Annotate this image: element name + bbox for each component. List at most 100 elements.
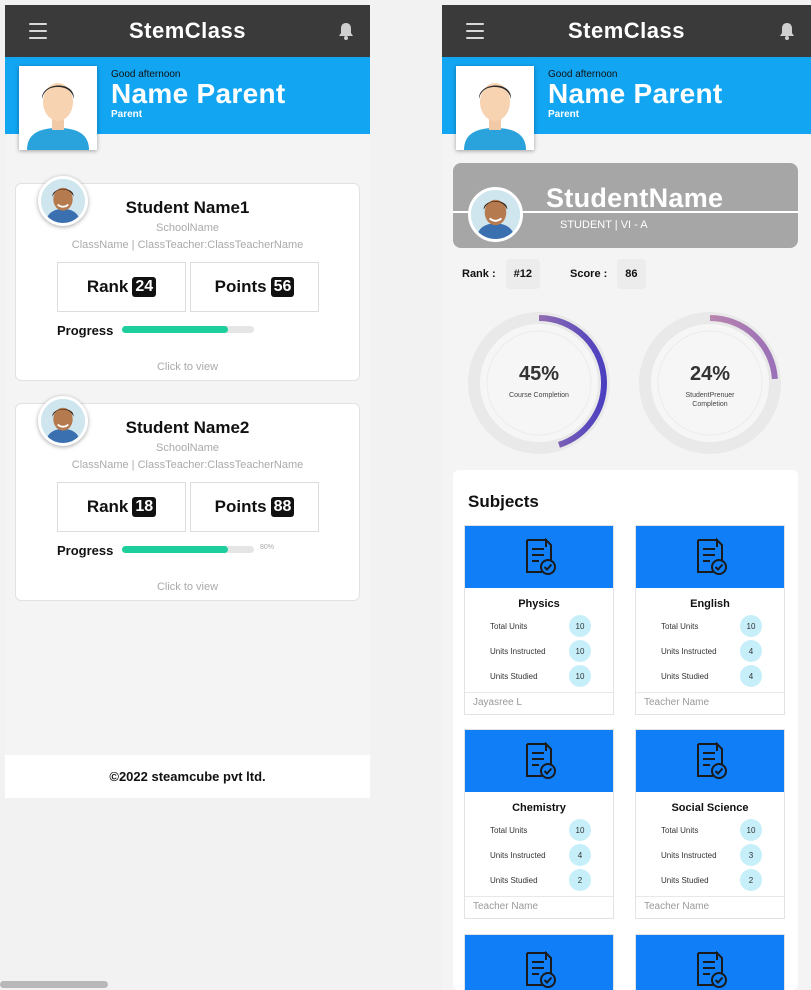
teacher-name: Teacher Name [636,896,784,918]
subject-icon-header [465,935,613,990]
unit-count-badge: 4 [569,844,591,866]
unit-row: Units Instructed 10 [465,639,613,664]
document-check-icon [697,951,727,988]
unit-label: Units Studied [661,876,709,885]
unit-count-badge: 10 [740,615,762,637]
student-banner: StudentName STUDENT | VI - A [453,163,798,248]
score-label: Score : [570,267,608,280]
unit-label: Total Units [490,826,528,835]
subject-card[interactable] [464,934,614,990]
ring-percent: 45% [518,363,560,385]
unit-count-badge: 3 [740,844,762,866]
unit-label: Total Units [661,826,699,835]
unit-label: Units Studied [490,876,538,885]
unit-row: Total Units 10 [636,818,784,843]
rank-badge: 24 [132,277,157,297]
unit-row: Units Studied 2 [465,868,613,893]
document-check-icon [697,538,727,575]
unit-label: Units Studied [490,672,538,681]
document-check-icon [697,742,727,779]
student-detail-screen: StemClass Good afternoon Name Parent Par… [442,5,811,990]
ring-percent: 24% [689,363,731,385]
horizontal-scrollbar[interactable] [0,981,108,988]
points-label: Points [214,497,267,516]
unit-row: Units Instructed 4 [465,843,613,868]
teacher-name: Teacher Name [636,692,784,714]
progress-label: Progress [57,323,114,338]
parent-dashboard-screen: StemClass Good afternoon Name Parent Par… [5,5,370,798]
subject-icon-header [465,730,613,792]
unit-row: Units Studied 4 [636,664,784,689]
click-to-view-link[interactable]: Click to view [16,361,359,373]
unit-label: Total Units [661,622,699,631]
unit-count-badge: 4 [740,665,762,687]
unit-count-badge: 10 [569,665,591,687]
subject-name: Social Science [671,802,749,814]
rank-box: Rank 18 [57,482,186,532]
parent-name: Name Parent [111,78,286,109]
ring-label: Course Completion [509,392,569,399]
subject-card[interactable]: Social Science Total Units 10 Units Instruc… [635,729,785,919]
top-app-bar: StemClass [442,5,811,57]
subject-card[interactable]: Physics Total Units 10 Units Instructed 10 Un… [464,525,614,715]
ring-label: StudentPrenuer Completion [685,392,735,408]
click-to-view-link[interactable]: Click to view [16,581,359,593]
hamburger-menu-icon[interactable] [466,23,484,39]
unit-count-badge: 4 [740,640,762,662]
parent-name: Name Parent [548,78,723,109]
points-label: Points [214,277,267,296]
unit-count-badge: 10 [569,615,591,637]
subject-card[interactable] [635,934,785,990]
unit-label: Units Instructed [661,647,717,656]
rank-label: Rank [86,497,129,516]
student-name: Student Name1 [125,198,250,217]
unit-count-badge: 2 [740,869,762,891]
unit-count-badge: 10 [569,819,591,841]
unit-label: Total Units [490,622,528,631]
unit-row: Units Instructed 4 [636,639,784,664]
subjects-title: Subjects [468,492,539,511]
class-line: ClassName | ClassTeacher:ClassTeacherNam… [71,459,304,471]
rank-value: #12 [505,258,540,289]
subject-card[interactable]: English Total Units 10 Units Instructed 4 Uni… [635,525,785,715]
unit-count-badge: 10 [569,640,591,662]
student-card[interactable]: Student Name1 SchoolName ClassName | Class… [15,176,360,381]
unit-row: Units Studied 2 [636,868,784,893]
student-class: STUDENT | VI - A [560,219,648,231]
parent-role: Parent [111,109,143,120]
unit-row: Total Units 10 [465,818,613,843]
app-brand: StemClass [128,18,246,43]
class-line: ClassName | ClassTeacher:ClassTeacherNam… [71,239,304,251]
app-brand: StemClass [567,18,685,43]
parent-header: Good afternoon Name Parent Parent [442,57,811,150]
subject-icon-header [636,730,784,792]
rank-badge: 18 [132,497,157,517]
subject-card[interactable]: Chemistry Total Units 10 Units Instructed 4 U… [464,729,614,919]
points-box: Points 56 [190,262,319,312]
subject-icon-header [465,526,613,588]
document-check-icon [526,538,556,575]
parent-avatar [456,66,534,150]
bell-icon[interactable] [338,22,354,40]
unit-label: Units Instructed [661,851,717,860]
unit-row: Total Units 10 [465,614,613,639]
bell-icon[interactable] [779,22,795,40]
progress-fill [122,326,228,333]
unit-row: Units Studied 10 [465,664,613,689]
subject-name: Chemistry [512,802,566,814]
points-badge: 56 [270,277,295,297]
completion-ring: 24% StudentPrenuer Completion [635,308,785,458]
points-badge: 88 [270,497,295,517]
student-photo [468,187,523,242]
rank-box: Rank 24 [57,262,186,312]
student-card[interactable]: Student Name2 SchoolName ClassName | Class… [15,396,360,601]
teacher-name: Jayasree L [465,692,613,714]
unit-label: Units Instructed [490,647,546,656]
hamburger-menu-icon[interactable] [29,23,47,39]
unit-label: Units Studied [661,672,709,681]
school-name: SchoolName [156,442,219,454]
progress-bar [122,546,254,553]
teacher-name: Teacher Name [465,896,613,918]
document-check-icon [526,742,556,779]
progress-fill [122,546,228,553]
